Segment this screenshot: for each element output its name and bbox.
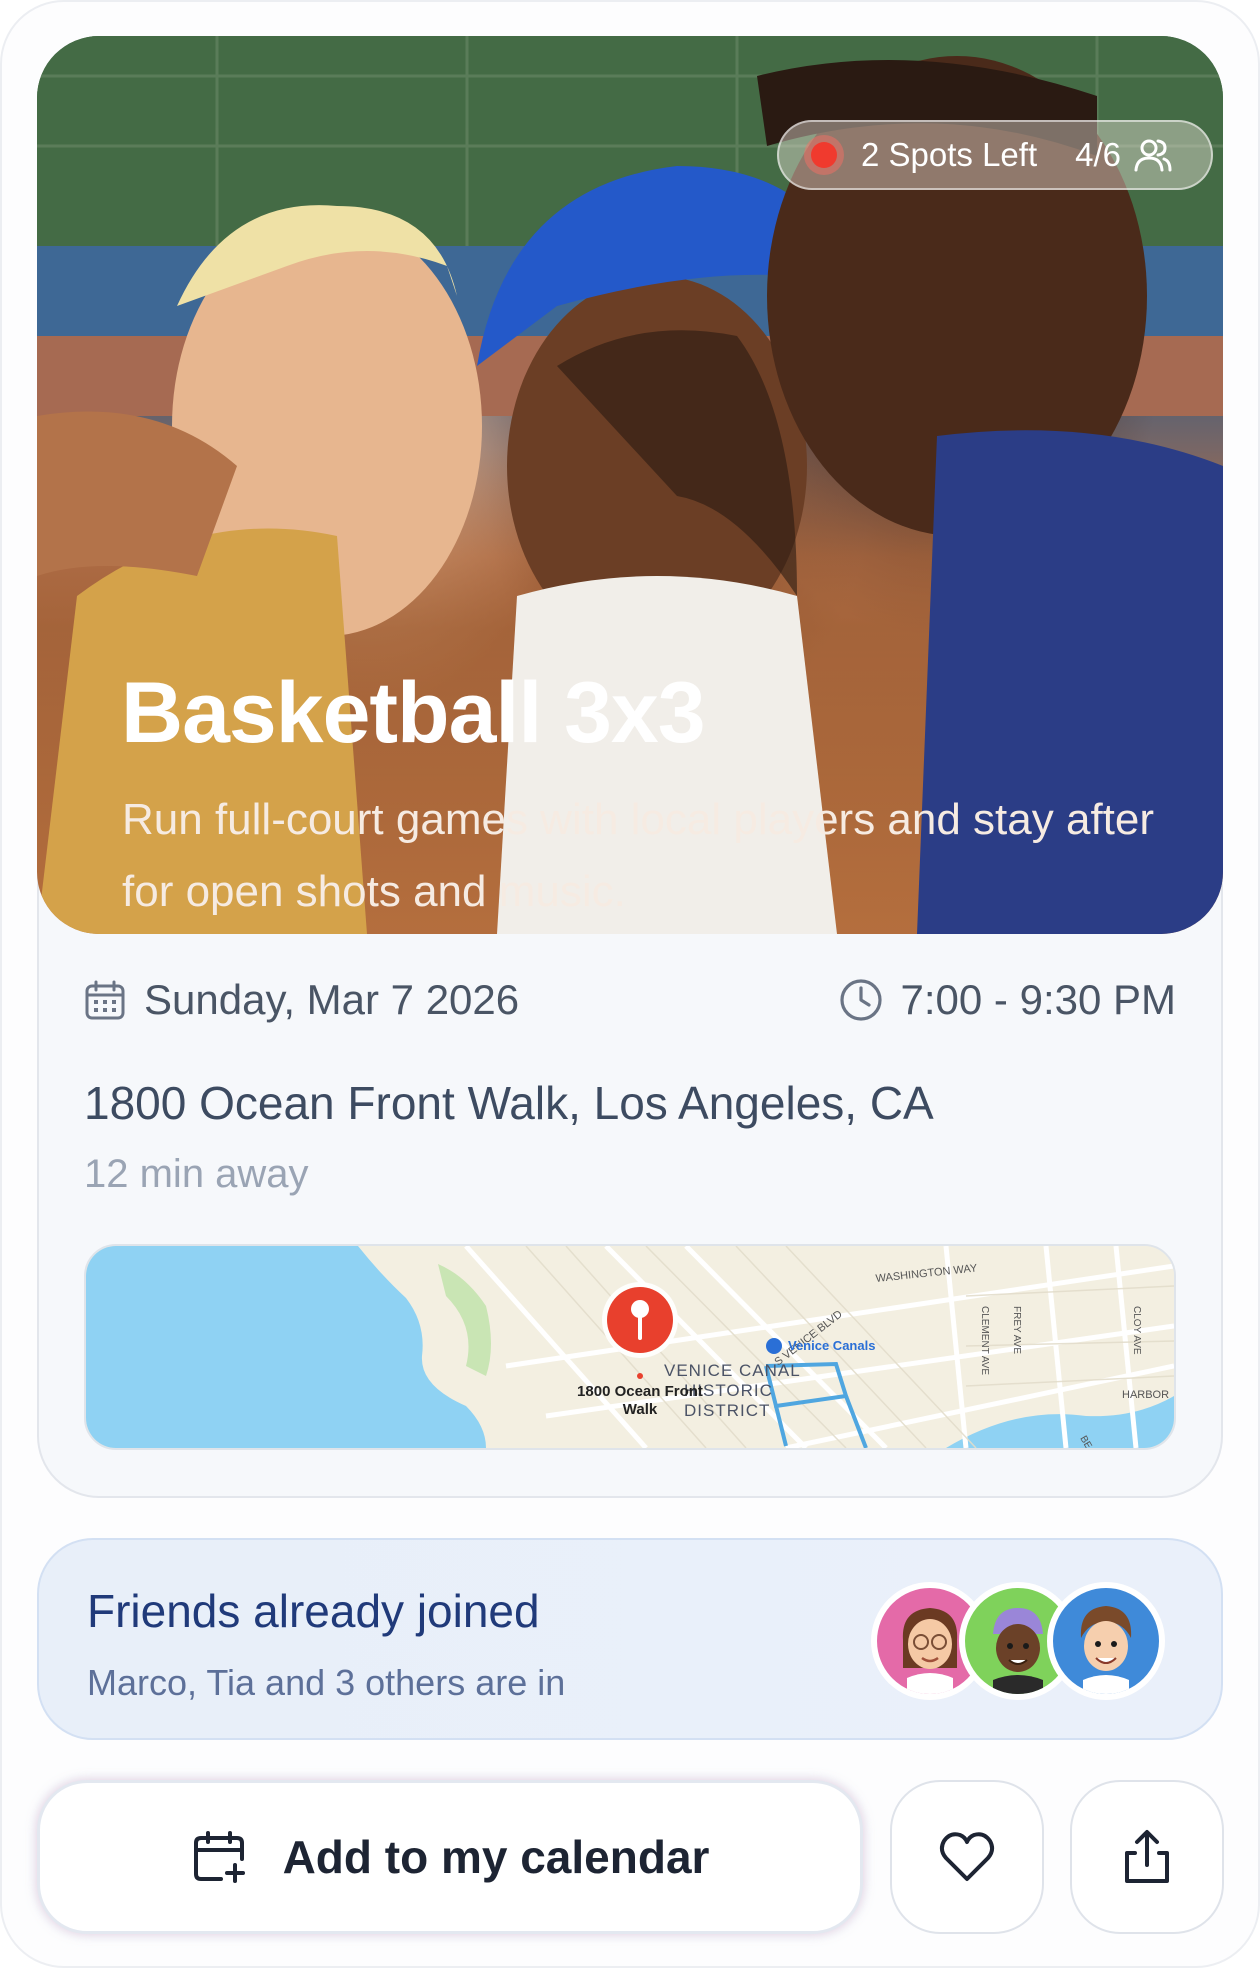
heart-icon (939, 1832, 995, 1881)
map-pin-label-line1: 1800 Ocean Front (577, 1383, 703, 1400)
calendar-plus-icon (193, 1831, 245, 1883)
spots-left-text: 2 Spots Left (861, 136, 1038, 173)
capacity-count: 4/6 (1075, 136, 1121, 173)
event-title: Basketball 3x3 (121, 665, 706, 761)
add-to-calendar-button[interactable]: Add to my calendar (37, 1780, 863, 1934)
event-date: Sunday, Mar 7 2026 (84, 976, 519, 1024)
event-date-text: Sunday, Mar 7 2026 (144, 976, 520, 1023)
event-description: Run full-court games with local players … (122, 795, 1155, 916)
map-pin-label-line2: Walk (623, 1401, 658, 1418)
add-to-calendar-label: Add to my calendar (282, 1831, 710, 1883)
share-icon (1125, 1830, 1169, 1883)
event-address[interactable]: 1800 Ocean Front Walk, Los Angeles, CA (84, 1076, 934, 1130)
map-label-frey: FREY AVE (1011, 1306, 1022, 1354)
friends-subtitle: Marco, Tia and 3 others are in (87, 1662, 566, 1703)
share-button[interactable] (1070, 1780, 1224, 1934)
map-label-clement: CLEMENT AVE (979, 1306, 990, 1375)
event-time-text: 7:00 - 9:30 PM (900, 976, 1176, 1023)
event-time: 7:00 - 9:30 PM (839, 976, 1176, 1024)
calendar-icon (85, 980, 125, 1020)
travel-distance: 12 min away (84, 1152, 309, 1196)
hero-image: 2 Spots Left 4/6 Basketball 3x3 Run full… (37, 36, 1223, 934)
friends-joined-card[interactable]: Friends already joined Marco, Tia and 3 … (37, 1538, 1223, 1740)
avatar-blue-icon (1080, 1606, 1132, 1694)
map-label-cloy: CLOY AVE (1131, 1306, 1142, 1355)
clock-icon (839, 979, 882, 1021)
map-label-district-3: DISTRICT (684, 1401, 770, 1420)
map-label-harbor: HARBOR (1122, 1389, 1169, 1401)
venice-canals-poi-icon (766, 1338, 782, 1354)
map-label-venice-canals: Venice Canals (788, 1338, 875, 1353)
live-dot-icon (811, 142, 837, 168)
friends-title: Friends already joined (87, 1585, 540, 1637)
spots-left-badge: 2 Spots Left 4/6 (777, 120, 1213, 190)
avatar[interactable] (1047, 1582, 1165, 1700)
map-label-district-1: VENICE CANAL (664, 1361, 801, 1380)
location-map[interactable]: WASHINGTON WAY S VENICE BLVD Venice Cana… (84, 1244, 1176, 1450)
users-icon (1134, 139, 1172, 172)
favorite-button[interactable] (890, 1780, 1044, 1934)
